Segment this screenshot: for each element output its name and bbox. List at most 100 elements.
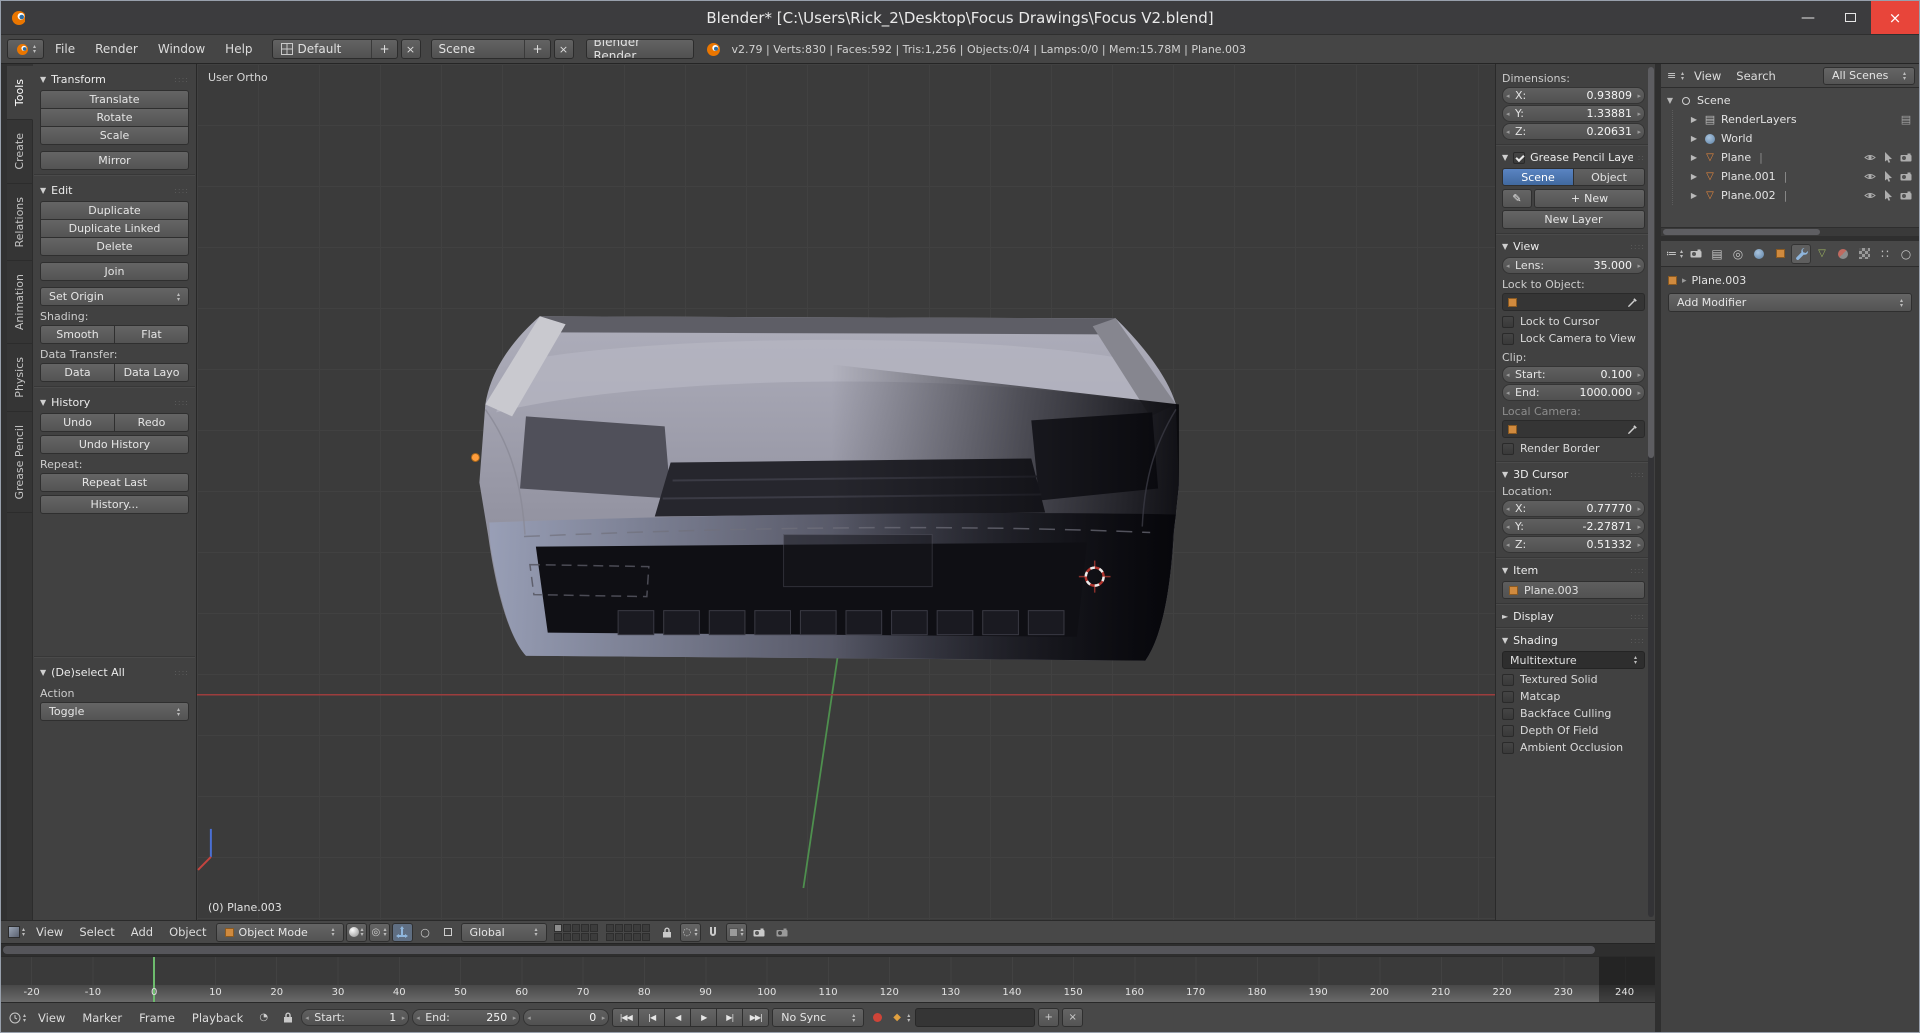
insert-keyframe-button[interactable]: + [1038, 1008, 1060, 1027]
expander-icon[interactable]: ▶ [1689, 134, 1699, 143]
undo-button[interactable]: Undo [40, 413, 115, 432]
grease-new-button[interactable]: + New [1534, 189, 1645, 208]
renderability-camera-icon[interactable] [1899, 189, 1913, 203]
delete-scene-button[interactable]: × [553, 39, 574, 59]
viewport-menu-object[interactable]: Object [162, 925, 213, 939]
visibility-eye-icon[interactable] [1863, 189, 1877, 203]
panel-drag-grip[interactable]: :::: [174, 668, 189, 677]
mode-dropdown[interactable]: Object Mode ▴ ▾ [215, 922, 344, 942]
mirror-button[interactable]: Mirror [40, 151, 189, 170]
use-preview-range-button[interactable]: ◔ [253, 1008, 274, 1027]
data-transfer-layout-button[interactable]: Data Layo [114, 363, 189, 382]
viewport-menu-add[interactable]: Add [124, 925, 160, 939]
cursor-x-field[interactable]: X: 0.77770 [1502, 500, 1645, 517]
expander-icon[interactable]: ▶ [1689, 172, 1699, 181]
new-layer-button[interactable]: New Layer [1502, 210, 1645, 229]
outliner-menu-view[interactable]: View [1687, 69, 1728, 83]
panel-drag-grip[interactable]: :::: [174, 186, 189, 195]
render-toggle-icon[interactable]: ▤ [1899, 113, 1913, 127]
tab-render-layers[interactable]: ▤ [1707, 244, 1727, 264]
panel-header-3d-cursor[interactable]: ▼ 3D Cursor :::: [1502, 468, 1645, 481]
jump-next-keyframe-button[interactable]: ▶| [716, 1008, 744, 1027]
lock-to-scene-button[interactable] [657, 923, 678, 942]
timeline-menu-marker[interactable]: Marker [75, 1011, 129, 1025]
tab-data[interactable]: ▽ [1812, 244, 1832, 264]
grease-scene-tab[interactable]: Scene [1502, 168, 1574, 186]
keying-set-field[interactable] [915, 1008, 1036, 1027]
timeline-canvas[interactable]: -20 -10 0 10 20 30 40 50 60 70 80 90 100 110 120 130 140… [1, 956, 1655, 1002]
renderability-camera-icon[interactable] [1899, 170, 1913, 184]
join-button[interactable]: Join [40, 262, 189, 281]
undo-history-button[interactable]: Undo History [40, 435, 189, 454]
data-transfer-data-button[interactable]: Data [40, 363, 115, 382]
outliner-scrollbar[interactable] [1661, 227, 1919, 236]
lock-object-picker[interactable] [1502, 293, 1645, 311]
properties-editor-type-button[interactable]: ≔ ▴ ▾ [1664, 244, 1685, 263]
panel-drag-grip[interactable]: :::: [1630, 566, 1645, 575]
shade-flat-button[interactable]: Flat [114, 325, 189, 344]
expander-icon[interactable]: ▶ [1689, 153, 1699, 162]
scale-button[interactable]: Scale [40, 126, 189, 145]
redo-button[interactable]: Redo [114, 413, 189, 432]
maximize-button[interactable] [1829, 1, 1871, 34]
clip-end-field[interactable]: End: 1000.000 [1502, 384, 1645, 401]
layers-widget[interactable] [552, 923, 652, 941]
tab-world[interactable] [1749, 244, 1769, 264]
viewport-shading-dropdown[interactable]: ▴ ▾ [345, 922, 367, 942]
transform-orientation-dropdown[interactable]: Global ▴ ▾ [460, 922, 547, 942]
panel-drag-grip[interactable]: :::: [1630, 636, 1645, 645]
manipulator-rotate-button[interactable]: ○ [415, 923, 436, 942]
set-origin-dropdown[interactable]: Set Origin ▴ ▾ [40, 287, 189, 306]
menu-file[interactable]: File [46, 35, 84, 63]
viewport-3d[interactable]: User Ortho (0) Plane.003 [197, 64, 1495, 920]
expander-icon[interactable]: ▼ [1665, 96, 1675, 105]
render-border-checkbox[interactable]: Render Border [1502, 440, 1645, 457]
dimension-x-field[interactable]: X: 0.93809 [1502, 87, 1645, 104]
repeat-last-button[interactable]: Repeat Last [40, 473, 189, 492]
proportional-edit-dropdown[interactable]: ◌ ▴ ▾ [679, 922, 701, 942]
item-name-field[interactable]: Plane.003 [1502, 581, 1645, 599]
tab-texture[interactable] [1854, 244, 1874, 264]
outliner-row-renderlayers[interactable]: ▶ ▤ RenderLayers ▤ [1689, 110, 1915, 129]
viewport-menu-view[interactable]: View [29, 925, 70, 939]
record-button[interactable] [867, 1008, 888, 1027]
scene-selector[interactable]: Scene + [430, 39, 551, 59]
manipulator-scale-button[interactable] [438, 923, 459, 942]
add-scene-button[interactable]: + [524, 40, 549, 58]
jump-to-end-button[interactable]: ▶▶| [742, 1008, 770, 1027]
action-dropdown[interactable]: Toggle ▴ ▾ [40, 702, 189, 721]
shading-option-checkbox[interactable]: Backface Culling [1502, 705, 1645, 722]
lens-field[interactable]: Lens: 35.000 [1502, 257, 1645, 274]
shelf-tab-animation[interactable]: Animation [7, 261, 33, 345]
shading-option-checkbox[interactable]: Ambient Occlusion [1502, 739, 1645, 756]
panel-header-view[interactable]: ▼ View :::: [1502, 240, 1645, 253]
editor-type-selector[interactable]: ▴ ▾ [7, 39, 45, 59]
panel-drag-grip[interactable]: :::: [174, 75, 189, 84]
menu-window[interactable]: Window [149, 35, 214, 63]
tab-particles[interactable]: ∷ [1875, 244, 1895, 264]
panel-header-history[interactable]: ▼ History :::: [40, 396, 189, 409]
tab-object[interactable] [1770, 244, 1790, 264]
visibility-eye-icon[interactable] [1863, 151, 1877, 165]
selectability-cursor-icon[interactable] [1881, 189, 1895, 203]
outliner-scrollbar-thumb[interactable] [1663, 229, 1821, 235]
panel-header-grease-pencil-layers[interactable]: ▼ Grease Pencil Layers :: [1502, 151, 1645, 164]
tab-render[interactable] [1686, 244, 1706, 264]
outliner-editor-type-button[interactable]: ≡ ▴ ▾ [1665, 66, 1686, 85]
delete-keyframe-button[interactable]: × [1062, 1008, 1084, 1027]
tab-physics[interactable]: ○ [1896, 244, 1916, 264]
panel-header-edit[interactable]: ▼ Edit :::: [40, 184, 189, 197]
shading-option-checkbox[interactable]: Depth Of Field [1502, 722, 1645, 739]
expander-icon[interactable]: ▶ [1689, 115, 1699, 124]
viewport-editor-type-button[interactable]: ▴ ▾ [6, 923, 27, 942]
clip-start-field[interactable]: Start: 0.100 [1502, 366, 1645, 383]
viewport-menu-select[interactable]: Select [72, 925, 121, 939]
dimension-y-field[interactable]: Y: 1.33881 [1502, 105, 1645, 122]
panel-header-transform[interactable]: ▼ Transform :::: [40, 73, 189, 86]
panel-header-item[interactable]: ▼ Item :::: [1502, 564, 1645, 577]
autokey-mode-button[interactable]: ◆ ▴ ▾ [891, 1008, 912, 1027]
panel-header-shading[interactable]: ▼ Shading :::: [1502, 634, 1645, 647]
close-button[interactable]: × [1871, 1, 1919, 34]
panel-drag-grip[interactable]: :: [1638, 153, 1645, 162]
menu-render[interactable]: Render [86, 35, 147, 63]
